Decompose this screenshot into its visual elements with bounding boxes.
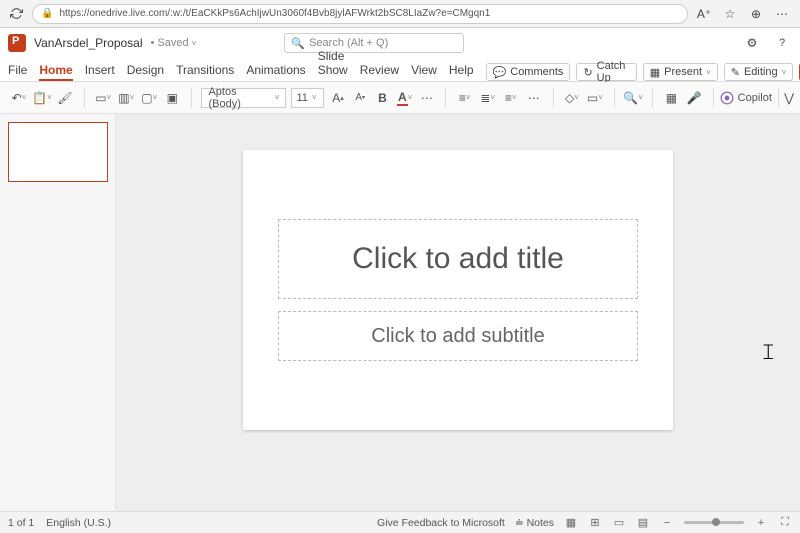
shapes-icon[interactable]: ◇˅ xyxy=(563,89,581,107)
text-cursor-icon: 𝙸 xyxy=(760,339,776,365)
section-icon[interactable]: ▣ xyxy=(163,89,181,107)
favorite-icon[interactable]: ☆ xyxy=(720,4,740,24)
catch-up-button[interactable]: ↻Catch Up xyxy=(576,63,636,81)
normal-view-icon[interactable]: ▦ xyxy=(564,516,578,530)
notes-button[interactable]: ≐ Notes xyxy=(515,517,554,529)
browser-address-bar: 🔒 https://onedrive.live.com/:w:/t/EaCKkP… xyxy=(0,0,800,28)
slide[interactable]: Click to add title Click to add subtitle xyxy=(243,150,673,430)
comments-button[interactable]: 💬Comments xyxy=(486,63,571,81)
tab-home[interactable]: Home xyxy=(39,63,72,81)
font-family-select[interactable]: Aptos (Body)˅ xyxy=(201,88,286,108)
search-input[interactable]: 🔍 Search (Alt + Q) xyxy=(284,33,464,53)
sorter-view-icon[interactable]: ⊞ xyxy=(588,516,602,530)
ribbon-options-icon[interactable]: ⋁ xyxy=(784,89,794,107)
tab-transitions[interactable]: Transitions xyxy=(176,63,234,81)
bold-icon[interactable]: B xyxy=(374,89,391,107)
subtitle-placeholder[interactable]: Click to add subtitle xyxy=(278,311,638,361)
lock-icon: 🔒 xyxy=(41,8,53,19)
increase-font-icon[interactable]: A▴ xyxy=(329,89,346,107)
font-color-icon[interactable]: A˅ xyxy=(396,89,413,107)
tab-design[interactable]: Design xyxy=(127,63,164,81)
settings-icon[interactable]: ⚙ xyxy=(742,33,762,53)
collections-icon[interactable]: ⊕ xyxy=(746,4,766,24)
font-size-select[interactable]: 11˅ xyxy=(291,88,324,108)
language-status[interactable]: English (U.S.) xyxy=(46,517,111,529)
search-icon: 🔍 xyxy=(291,37,305,50)
ribbon-toolbar: ↶˅ 📋˅ 🖌 ▭˅ ▥˅ ▢˅ ▣ Aptos (Body)˅ 11˅ A▴ … xyxy=(0,82,800,114)
reading-mode-icon[interactable]: A⁺ xyxy=(694,4,714,24)
bullets-icon[interactable]: ≡˅ xyxy=(456,89,474,107)
undo-icon[interactable]: ↶˅ xyxy=(10,89,28,107)
paste-icon[interactable]: 📋˅ xyxy=(33,89,51,107)
more-para-icon[interactable]: ⋯ xyxy=(525,89,543,107)
align-icon[interactable]: ≡˅ xyxy=(502,89,520,107)
find-icon[interactable]: 🔍˅ xyxy=(624,89,642,107)
search-placeholder: Search (Alt + Q) xyxy=(309,37,388,49)
feedback-link[interactable]: Give Feedback to Microsoft xyxy=(377,517,505,529)
designer-icon[interactable]: ▦ xyxy=(662,89,680,107)
copilot-button[interactable]: Copilot xyxy=(720,91,772,105)
tab-view[interactable]: View xyxy=(411,63,437,81)
slide-thumbnail-panel[interactable] xyxy=(0,114,116,511)
workspace: Click to add title Click to add subtitle… xyxy=(0,114,800,511)
help-icon[interactable]: ? xyxy=(772,33,792,53)
layout-icon[interactable]: ▥˅ xyxy=(117,89,135,107)
dictate-icon[interactable]: 🎤 xyxy=(685,89,703,107)
zoom-slider[interactable] xyxy=(684,521,744,524)
present-button[interactable]: ▦Present˅ xyxy=(643,63,718,81)
slide-canvas-area[interactable]: Click to add title Click to add subtitle… xyxy=(116,114,800,511)
tab-slideshow[interactable]: Slide Show xyxy=(318,49,348,81)
url-text: https://onedrive.live.com/:w:/t/EaCKkPs6… xyxy=(59,8,679,19)
tab-help[interactable]: Help xyxy=(449,63,474,81)
title-bar: VanArsdel_Proposal • Saved ˅ 🔍 Search (A… xyxy=(0,28,800,58)
document-title[interactable]: VanArsdel_Proposal xyxy=(34,36,143,50)
more-font-icon[interactable]: ⋯ xyxy=(418,89,435,107)
reset-icon[interactable]: ▢˅ xyxy=(140,89,158,107)
ribbon-tabs: File Home Insert Design Transitions Anim… xyxy=(0,58,800,82)
title-placeholder[interactable]: Click to add title xyxy=(278,219,638,299)
slide-thumbnail-1[interactable] xyxy=(8,122,108,182)
format-painter-icon[interactable]: 🖌 xyxy=(56,89,74,107)
url-field[interactable]: 🔒 https://onedrive.live.com/:w:/t/EaCKkP… xyxy=(32,4,688,24)
tab-animations[interactable]: Animations xyxy=(246,63,305,81)
editing-mode-button[interactable]: ✎Editing˅ xyxy=(724,63,794,81)
more-browser-icon[interactable]: ⋯ xyxy=(772,4,792,24)
arrange-icon[interactable]: ▭˅ xyxy=(586,89,604,107)
browser-refresh-button[interactable] xyxy=(6,4,26,24)
slideshow-view-icon[interactable]: ▤ xyxy=(636,516,650,530)
reading-view-icon[interactable]: ▭ xyxy=(612,516,626,530)
numbering-icon[interactable]: ≣˅ xyxy=(479,89,497,107)
fit-view-icon[interactable]: ⛶ xyxy=(778,516,792,530)
zoom-in-button[interactable]: + xyxy=(754,516,768,530)
decrease-font-icon[interactable]: A▾ xyxy=(352,89,369,107)
zoom-out-button[interactable]: − xyxy=(660,516,674,530)
saved-label: • Saved ˅ xyxy=(151,37,197,49)
tab-file[interactable]: File xyxy=(8,63,27,81)
status-bar: 1 of 1 English (U.S.) Give Feedback to M… xyxy=(0,511,800,533)
new-slide-icon[interactable]: ▭˅ xyxy=(94,89,112,107)
tab-insert[interactable]: Insert xyxy=(85,63,115,81)
slide-count[interactable]: 1 of 1 xyxy=(8,517,34,529)
tab-review[interactable]: Review xyxy=(360,63,399,81)
powerpoint-logo xyxy=(8,34,26,52)
